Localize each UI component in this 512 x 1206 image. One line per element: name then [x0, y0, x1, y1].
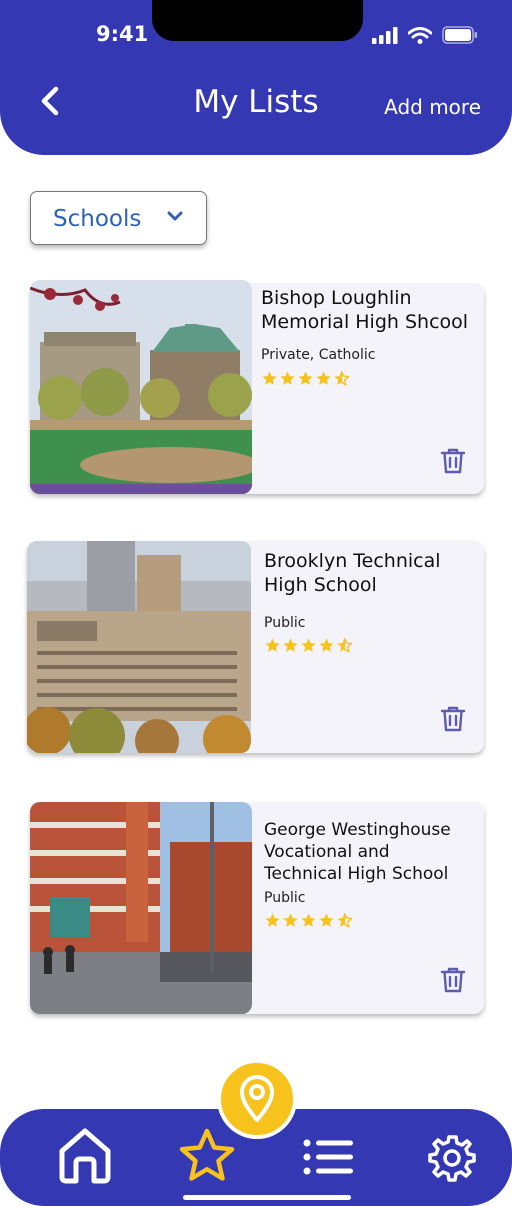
trash-icon[interactable] — [440, 447, 466, 475]
school-photo — [30, 802, 252, 1014]
battery-icon — [442, 26, 477, 44]
star-icon — [265, 638, 280, 652]
star-icon — [283, 913, 298, 927]
school-name: Bishop Loughlin Memorial High Shcool — [261, 287, 469, 333]
star-icon — [301, 638, 316, 652]
signal-icon — [372, 26, 398, 44]
list-icon[interactable] — [303, 1137, 355, 1177]
header: 9:41 My Lists Add more — [0, 0, 512, 155]
device-notch — [152, 0, 363, 41]
star-icon — [262, 371, 277, 385]
trash-icon[interactable] — [440, 705, 466, 733]
star-half-icon — [334, 370, 350, 386]
star-icon — [265, 913, 280, 927]
add-more-button[interactable]: Add more — [384, 95, 481, 119]
star-icon — [316, 371, 331, 385]
school-type: Public — [264, 890, 306, 906]
star-icon — [301, 913, 316, 927]
star-half-icon — [337, 912, 353, 928]
star-icon — [319, 913, 334, 927]
status-time: 9:41 — [96, 22, 149, 46]
star-icon — [298, 371, 313, 385]
school-card[interactable]: George Westinghouse Vocational and Techn… — [30, 802, 484, 1014]
rating-stars — [261, 370, 350, 387]
star-icon — [280, 371, 295, 385]
school-card[interactable]: Brooklyn Technical High School Public — [27, 541, 484, 753]
school-photo — [30, 280, 252, 494]
school-type: Private, Catholic — [261, 347, 376, 363]
school-name: Brooklyn Technical High School — [264, 550, 441, 596]
rating-stars — [264, 912, 353, 929]
map-pin-button[interactable] — [217, 1059, 297, 1139]
rating-stars — [264, 637, 353, 654]
star-icon — [283, 638, 298, 652]
school-photo — [27, 541, 251, 753]
category-dropdown[interactable]: Schools — [30, 191, 207, 245]
home-indicator — [183, 1195, 351, 1200]
chevron-down-icon — [167, 211, 183, 221]
map-pin-icon — [240, 1075, 274, 1122]
home-icon[interactable] — [54, 1125, 116, 1187]
school-type: Public — [264, 615, 306, 631]
star-half-icon — [337, 637, 353, 653]
status-icons — [372, 26, 478, 44]
school-name: George Westinghouse Vocational and Techn… — [264, 820, 451, 884]
star-icon[interactable] — [177, 1126, 237, 1186]
star-icon — [319, 638, 334, 652]
gear-icon[interactable] — [428, 1134, 476, 1182]
wifi-icon — [408, 26, 432, 44]
school-card[interactable]: Bishop Loughlin Memorial High Shcool Pri… — [30, 280, 484, 494]
dropdown-selected-value: Schools — [53, 206, 142, 232]
trash-icon[interactable] — [440, 966, 466, 994]
